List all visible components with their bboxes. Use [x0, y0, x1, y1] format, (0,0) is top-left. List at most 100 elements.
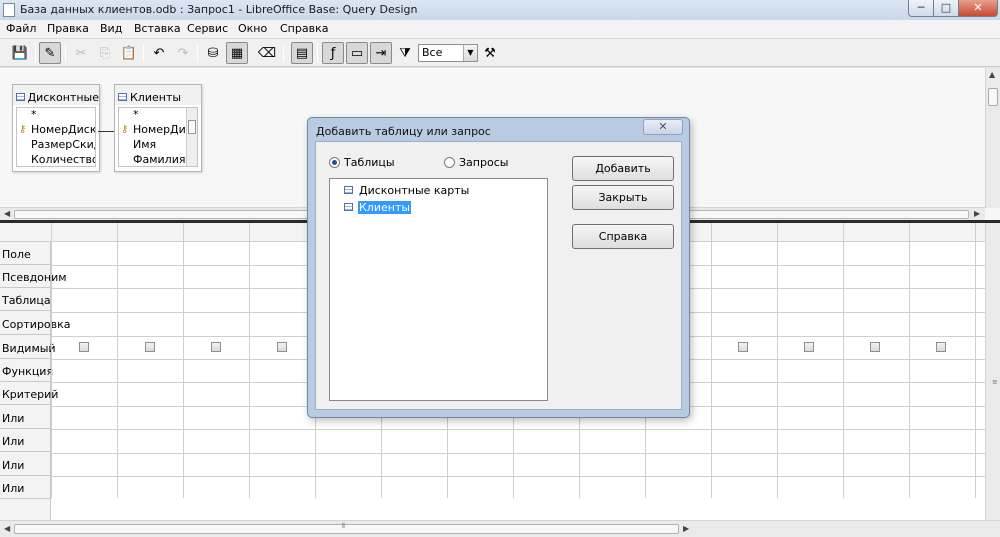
menu-insert[interactable]: Вставка: [134, 22, 181, 35]
table-window-header[interactable]: Клиенты: [115, 85, 201, 105]
visible-checkbox[interactable]: [804, 342, 814, 352]
visible-checkbox[interactable]: [277, 342, 287, 352]
undo-icon[interactable]: ↶: [148, 42, 170, 64]
toolbar-separator: [317, 44, 318, 62]
menu-view[interactable]: Вид: [100, 22, 122, 35]
scroll-left-icon[interactable]: ◀: [4, 209, 10, 218]
field-list[interactable]: * ⚷ НомерДис Имя Фамилия: [118, 107, 198, 167]
field-list-scrollbar[interactable]: [186, 108, 197, 166]
limit-select[interactable]: Все ▼: [418, 44, 478, 62]
save-icon[interactable]: 💾: [9, 42, 31, 64]
radio-unselected-icon[interactable]: [444, 157, 455, 168]
table-window-discount[interactable]: Дисконтные * ⚷НомерДиско РазмерСкидк Кол…: [12, 84, 100, 172]
table-icon: [16, 93, 25, 101]
grid-horizontal-scrollbar[interactable]: ◀ ⦀ ▶: [0, 520, 1000, 537]
table-icon: [344, 186, 353, 194]
field-item[interactable]: ⚷НомерДиско: [17, 123, 95, 138]
scroll-thumb[interactable]: [14, 524, 679, 534]
visible-checkbox[interactable]: [936, 342, 946, 352]
paste-icon[interactable]: 📋: [118, 42, 140, 64]
row-label-sort: Сортировка: [0, 312, 71, 335]
row-label-visible: Видимый: [0, 336, 56, 359]
list-item-selected[interactable]: Клиенты: [344, 200, 412, 214]
table-window-title: Дисконтные: [27, 90, 99, 104]
limit-value: Все: [422, 46, 443, 59]
grid-row-divider: [51, 476, 985, 477]
scroll-grip-icon: ⦀: [342, 522, 346, 530]
table-view-vertical-scrollbar[interactable]: ▲: [985, 68, 1000, 208]
field-list[interactable]: * ⚷НомерДиско РазмерСкидк КоличествоБ: [16, 107, 96, 167]
scroll-thumb[interactable]: [988, 88, 998, 106]
visible-checkbox[interactable]: [145, 342, 155, 352]
help-button[interactable]: Справка: [572, 224, 674, 249]
dialog-body: Таблицы Запросы Дисконтные карты Клиенты…: [315, 141, 682, 410]
table-list[interactable]: Дисконтные карты Клиенты: [329, 178, 548, 401]
menu-bar: Файл Правка Вид Вставка Сервис Окно Спра…: [0, 20, 1000, 39]
add-button[interactable]: Добавить: [572, 156, 674, 181]
menu-file[interactable]: Файл: [6, 22, 36, 35]
functions-icon[interactable]: ƒ: [322, 42, 344, 64]
toolbar-separator: [65, 44, 66, 62]
scroll-thumb[interactable]: [188, 120, 196, 134]
visible-checkbox[interactable]: [870, 342, 880, 352]
toolbar-separator: [197, 44, 198, 62]
edit-mode-icon[interactable]: ✎: [39, 42, 61, 64]
toolbar: 💾 ✎ ✂ ⎘ 📋 ↶ ↷ ⛁ ▦ ⌫ ▤ ƒ ▭ ⇥ ⧩ Все ▼ ⚒: [0, 39, 1000, 67]
add-table-dialog: Добавить таблицу или запрос ✕ Таблицы За…: [307, 117, 690, 418]
cut-icon[interactable]: ✂: [70, 42, 92, 64]
scroll-left-icon[interactable]: ◀: [4, 524, 10, 533]
redo-icon[interactable]: ↷: [172, 42, 194, 64]
scroll-right-icon[interactable]: ▶: [683, 524, 689, 533]
radio-selected-icon[interactable]: [329, 157, 340, 168]
row-label-function: Функция: [0, 359, 53, 382]
close-button[interactable]: Закрыть: [572, 185, 674, 210]
primary-key-icon: ⚷: [19, 124, 27, 135]
field-item[interactable]: *: [17, 108, 95, 123]
table-icon: [118, 93, 127, 101]
field-item[interactable]: РазмерСкидк: [17, 138, 95, 153]
menu-help[interactable]: Справка: [280, 22, 328, 35]
distinct-values-icon[interactable]: ⧩: [394, 42, 416, 64]
table-window-title: Клиенты: [130, 90, 182, 104]
scroll-right-icon[interactable]: ▶: [974, 209, 980, 218]
scroll-grip-icon: ≡: [992, 378, 998, 386]
run-query-icon[interactable]: ⛁: [202, 42, 224, 64]
menu-edit[interactable]: Правка: [47, 22, 89, 35]
table-name-icon[interactable]: ▭: [346, 42, 368, 64]
list-item[interactable]: Дисконтные карты: [344, 183, 470, 197]
row-label-or: Или: [0, 453, 51, 476]
visible-checkbox[interactable]: [211, 342, 221, 352]
row-label-table: Таблица: [0, 288, 51, 311]
close-window-button[interactable]: ✕: [958, 0, 998, 17]
table-window-clients[interactable]: Клиенты * ⚷ НомерДис Имя Фамилия: [114, 84, 202, 172]
visible-checkbox[interactable]: [738, 342, 748, 352]
minimize-button[interactable]: ─: [908, 0, 934, 17]
menu-tools[interactable]: Сервис: [187, 22, 228, 35]
radio-tables[interactable]: Таблицы: [329, 156, 395, 169]
dialog-close-button[interactable]: ✕: [643, 119, 683, 135]
grid-vertical-scrollbar[interactable]: ≡: [985, 223, 1000, 520]
row-label-or: Или: [0, 476, 51, 499]
toolbar-separator: [143, 44, 144, 62]
add-table-icon[interactable]: ▤: [291, 42, 313, 64]
alias-icon[interactable]: ⇥: [370, 42, 392, 64]
row-label-or: Или: [0, 406, 51, 429]
radio-queries-label: Запросы: [459, 156, 509, 169]
chevron-down-icon[interactable]: ▼: [463, 45, 477, 61]
design-view-icon[interactable]: ▦: [226, 42, 248, 64]
visible-checkbox[interactable]: [79, 342, 89, 352]
table-window-header[interactable]: Дисконтные: [13, 85, 99, 105]
primary-key-icon: ⚷: [121, 124, 129, 135]
clear-query-icon[interactable]: ⌫: [256, 42, 278, 64]
maximize-button[interactable]: □: [933, 0, 959, 17]
field-item[interactable]: КоличествоБ: [17, 153, 95, 166]
menu-window[interactable]: Окно: [238, 22, 267, 35]
grid-row-divider: [51, 453, 985, 454]
copy-icon[interactable]: ⎘: [94, 42, 116, 64]
radio-queries[interactable]: Запросы: [444, 156, 508, 169]
toolbar-separator: [35, 44, 36, 62]
grid-row-labels: Поле Псевдоним Таблица Сортировка Видимы…: [0, 242, 71, 520]
scroll-up-icon[interactable]: ▲: [989, 70, 995, 79]
toolbar-options-icon[interactable]: ⚒: [479, 42, 501, 64]
row-label-or: Или: [0, 429, 51, 452]
